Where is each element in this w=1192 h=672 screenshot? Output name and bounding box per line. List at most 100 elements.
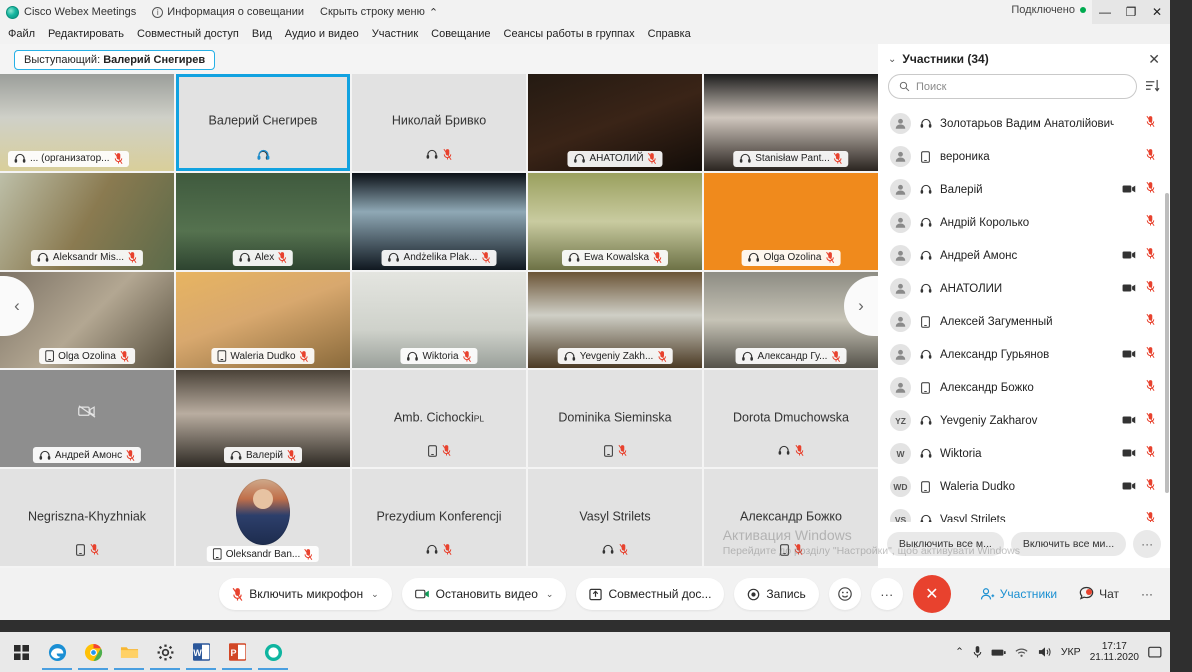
video-chevron-down-icon[interactable]: ⌄ [546, 589, 554, 600]
end-call-button[interactable]: ✕ [912, 575, 951, 613]
video-tile[interactable]: Валерий Снегирев [176, 74, 350, 171]
minimize-button[interactable]: — [1092, 0, 1118, 24]
tray-language-indicator[interactable]: УКР [1061, 646, 1081, 658]
headset-device-icon [920, 184, 931, 194]
headset-device-icon [920, 250, 931, 260]
panel-header: ⌄ Участники (34) ✕ [878, 44, 1170, 74]
menu-item-2[interactable]: Совместный доступ [137, 28, 239, 40]
tray-volume-icon[interactable] [1038, 646, 1052, 658]
record-button[interactable]: Запись [734, 578, 819, 610]
participants-toggle-button[interactable]: Участники [971, 581, 1066, 607]
tray-clock[interactable]: 17:17 21.11.2020 [1090, 641, 1139, 664]
participant-row[interactable]: вероника [878, 140, 1170, 173]
video-tile[interactable]: Prezydium Konferencji [352, 469, 526, 566]
close-button[interactable]: ✕ [1144, 0, 1170, 24]
video-tile[interactable]: Wiktoria [352, 271, 526, 369]
unmute-mic-button[interactable]: Включить микрофон ⌄ [219, 578, 392, 610]
participants-list[interactable]: Золотарьов Вадим Анатолійович вероника Вал… [878, 107, 1170, 522]
search-input[interactable]: Поиск [888, 74, 1137, 99]
start-icon[interactable] [10, 641, 32, 663]
participant-camera-icon [1122, 247, 1138, 265]
video-tile[interactable]: Stanisław Pant... [704, 74, 878, 171]
chrome-icon[interactable] [78, 641, 108, 670]
mute-all-button[interactable]: Выключить все м... [886, 532, 1004, 556]
video-tile[interactable]: Oleksandr Ban... [176, 469, 350, 566]
participant-row[interactable]: Александр Божко [878, 371, 1170, 404]
settings-icon[interactable] [150, 641, 180, 670]
tile-participant-name: Dorota Dmuchowska [732, 410, 849, 425]
video-tile[interactable]: Ewa Kowalska [528, 172, 702, 270]
video-tile[interactable]: Vasyl Strilets [528, 469, 702, 566]
panel-collapse-icon[interactable]: ⌄ [888, 54, 896, 65]
video-tile[interactable]: Dominika Sieminska [528, 370, 702, 468]
mic-chevron-down-icon[interactable]: ⌄ [371, 589, 379, 600]
participant-row[interactable]: АНАТОЛИЙ [878, 272, 1170, 305]
video-tile[interactable]: АНАТОЛИЙ [528, 74, 702, 171]
unmute-all-button[interactable]: Включить все ми... [1010, 532, 1127, 556]
phone-device-icon [921, 150, 930, 163]
video-tile[interactable]: Negriszna-Khyzhniak [0, 469, 174, 566]
panel-more-button[interactable]: ··· [1133, 530, 1162, 558]
video-tile[interactable]: Waleria Dudko [176, 271, 350, 369]
tray-battery-icon[interactable] [991, 647, 1006, 658]
video-tile[interactable]: Николай Бривко [352, 74, 526, 171]
action-center-icon[interactable] [1148, 646, 1162, 659]
right-more-button[interactable]: ··· [1132, 581, 1162, 607]
menu-item-4[interactable]: Аудио и видео [285, 28, 359, 40]
sort-icon[interactable] [1145, 79, 1160, 95]
tile-participant-name: Negriszna-Khyzhniak [27, 509, 147, 524]
toolbar-more-button[interactable]: ··· [870, 578, 903, 610]
participant-row[interactable]: Андрей Амонс [878, 239, 1170, 272]
panel-scrollbar[interactable] [1165, 193, 1169, 493]
participant-row[interactable]: VS Vasyl Strilets [878, 503, 1170, 522]
webex-icon[interactable] [258, 641, 288, 670]
video-tile[interactable]: Aleksandr Mis... [0, 172, 174, 270]
video-tile[interactable]: Alex [176, 172, 350, 270]
tray-wifi-icon[interactable] [1015, 647, 1029, 658]
hide-menubar-button[interactable]: Скрыть строку меню ⌃ [320, 6, 438, 19]
reactions-button[interactable] [828, 578, 861, 610]
participant-name: вероника [940, 150, 990, 163]
video-tile[interactable]: Александр Божко [704, 469, 878, 566]
powerpoint-icon[interactable]: P [222, 641, 252, 670]
menu-item-1[interactable]: Редактировать [48, 28, 124, 40]
video-tile[interactable]: ... (организатор... [0, 74, 174, 171]
participant-row[interactable]: Андрій Королько [878, 206, 1170, 239]
explorer-icon[interactable] [114, 641, 144, 670]
menu-item-7[interactable]: Сеансы работы в группах [504, 28, 635, 40]
video-tile[interactable]: Olga Ozolina [704, 172, 878, 270]
meeting-info-button[interactable]: i Информация о совещании [152, 6, 304, 18]
participant-row[interactable]: Александр Гурьянов [878, 338, 1170, 371]
chat-toggle-button[interactable]: Чат [1070, 580, 1128, 609]
participant-row[interactable]: Алексей Загуменный [878, 305, 1170, 338]
participant-row[interactable]: Золотарьов Вадим Анатолійович [878, 107, 1170, 140]
video-tile[interactable]: Amb. CichockiPL [352, 370, 526, 468]
menu-item-8[interactable]: Справка [648, 28, 691, 40]
tray-microphone-icon[interactable] [973, 645, 982, 659]
video-tile[interactable]: Dorota Dmuchowska [704, 370, 878, 468]
menu-item-0[interactable]: Файл [8, 28, 35, 40]
share-content-button[interactable]: Совместный дос... [576, 578, 725, 610]
menu-item-6[interactable]: Совещание [431, 28, 490, 40]
tray-chevron-up-icon[interactable]: ⌃ [955, 646, 964, 658]
participant-row[interactable]: WD Waleria Dudko [878, 470, 1170, 503]
connection-label: Подключено [1011, 4, 1075, 16]
participant-name: Алексей Загуменный [940, 315, 1053, 328]
stop-video-button[interactable]: Остановить видео ⌄ [401, 578, 567, 610]
video-tile[interactable]: Andżelika Plak... [352, 172, 526, 270]
video-tile[interactable]: Валерій [176, 370, 350, 468]
phone-device-icon [75, 543, 85, 556]
headset-device-icon [564, 351, 576, 361]
toolbar-right-tools: Участники Чат ··· [971, 580, 1162, 609]
participant-row[interactable]: YZ Yevgeniy Zakharov [878, 404, 1170, 437]
participant-row[interactable]: Валерій [878, 173, 1170, 206]
edge-icon[interactable] [42, 641, 72, 670]
menu-item-5[interactable]: Участник [372, 28, 418, 40]
panel-close-icon[interactable]: ✕ [1148, 51, 1160, 68]
menu-item-3[interactable]: Вид [252, 28, 272, 40]
participant-row[interactable]: W Wiktoria [878, 437, 1170, 470]
video-tile[interactable]: Андрей Амонс [0, 370, 174, 468]
word-icon[interactable]: W [186, 641, 216, 670]
maximize-button[interactable]: ❐ [1118, 0, 1144, 24]
video-tile[interactable]: Yevgeniy Zakh... [528, 271, 702, 369]
